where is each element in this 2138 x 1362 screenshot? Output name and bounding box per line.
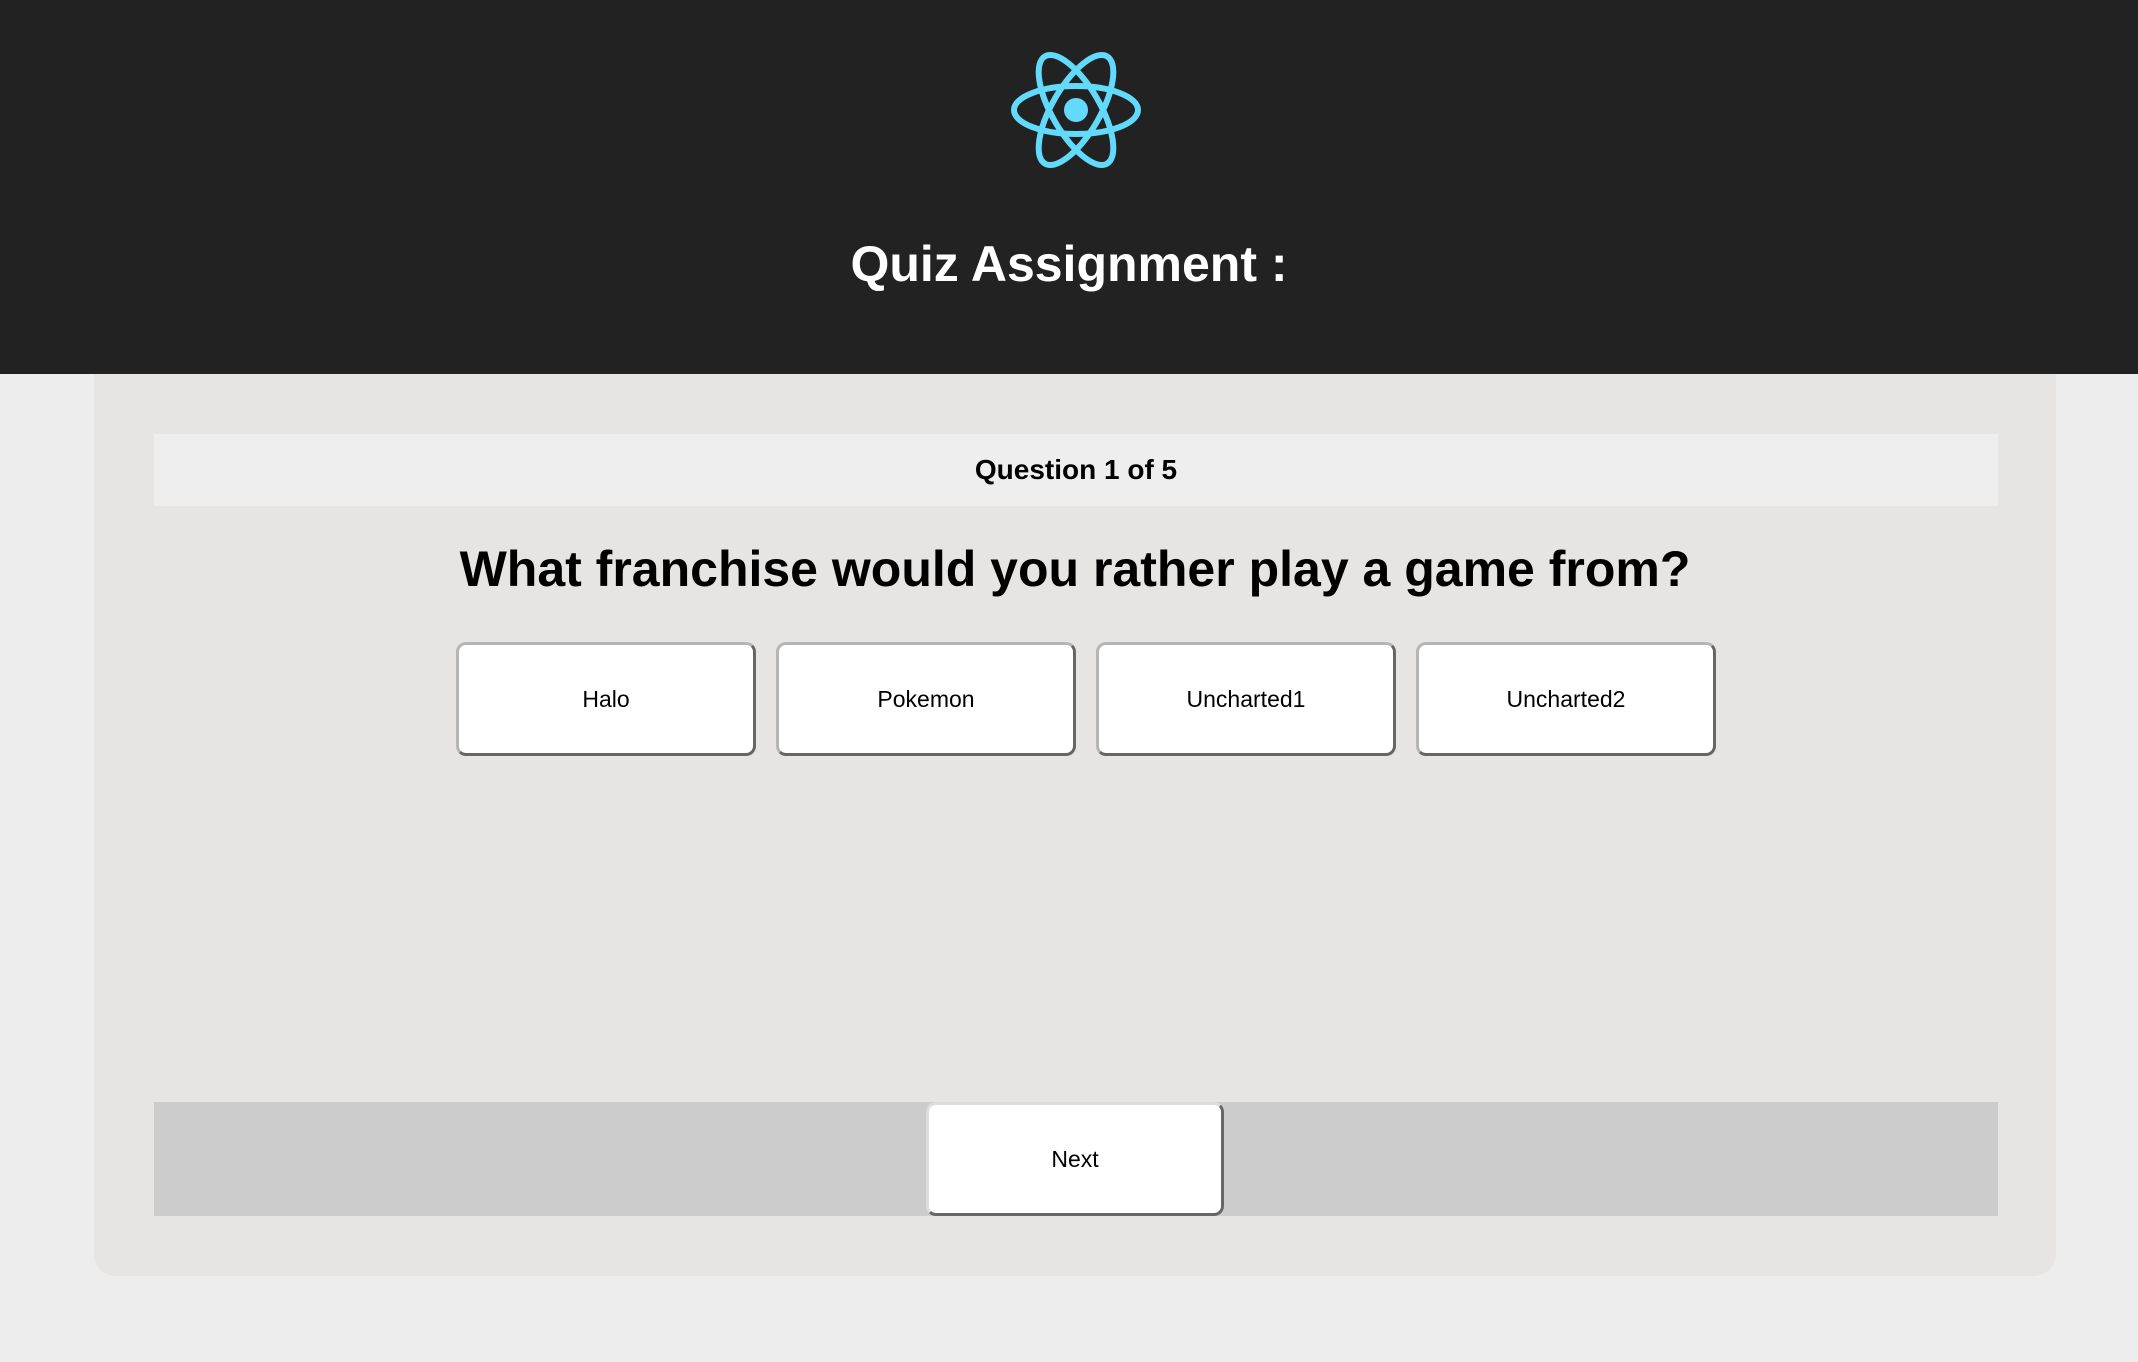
answer-option-uncharted1[interactable]: Uncharted1 <box>1096 642 1396 756</box>
next-button[interactable]: Next <box>926 1102 1224 1216</box>
quiz-card: Question 1 of 5 What franchise would you… <box>94 374 2056 1276</box>
app-header: Quiz Assignment : <box>0 0 2138 374</box>
app-title: Quiz Assignment : <box>850 236 1288 292</box>
answer-options: Halo Pokemon Uncharted1 Uncharted2 <box>456 642 1716 756</box>
question-text: What franchise would you rather play a g… <box>459 541 1691 597</box>
answer-option-uncharted2[interactable]: Uncharted2 <box>1416 642 1716 756</box>
answer-option-halo[interactable]: Halo <box>456 642 756 756</box>
react-atom-icon <box>1011 51 1141 169</box>
answer-option-pokemon[interactable]: Pokemon <box>776 642 1076 756</box>
quiz-footer: Next <box>154 1102 1998 1216</box>
question-counter: Question 1 of 5 <box>154 434 1998 506</box>
